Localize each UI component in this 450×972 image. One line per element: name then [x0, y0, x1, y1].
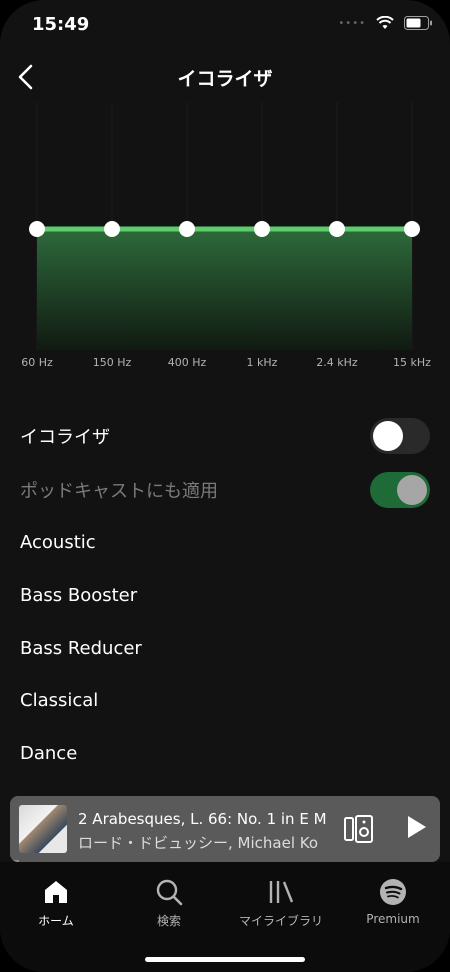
page-title: イコライザ [177, 68, 273, 90]
battery-icon [404, 16, 432, 30]
tab-search-label: 検索 [156, 914, 181, 928]
tab-library[interactable]: マイライブラリ [226, 878, 336, 929]
frequency-label: 150 Hz [92, 356, 132, 369]
status-icons: •••• [338, 16, 432, 30]
search-icon [156, 879, 183, 906]
preset-acoustic[interactable]: Acoustic [20, 532, 96, 553]
frequency-label: 400 Hz [167, 356, 207, 369]
track-title: 2 Arabesques, L. 66: No. 1 in E M [78, 810, 327, 828]
tab-premium-label: Premium [366, 912, 420, 926]
eq-band-handle-1[interactable] [104, 221, 120, 237]
frequency-label: 15 kHz [393, 356, 431, 369]
spotify-icon [380, 879, 406, 905]
equalizer-toggle-label: イコライザ [20, 427, 110, 448]
home-icon [45, 881, 67, 903]
play-icon[interactable] [406, 814, 428, 840]
frequency-label: 2.4 kHz [316, 356, 358, 369]
speaker-device-icon[interactable] [344, 815, 374, 843]
preset-bass-booster[interactable]: Bass Booster [20, 585, 137, 606]
preset-dance[interactable]: Dance [20, 743, 77, 764]
frequency-labels: 60 Hz 150 Hz 400 Hz 1 kHz 2.4 kHz 15 kHz [0, 356, 450, 372]
tab-home[interactable]: ホーム [1, 878, 111, 929]
toggle-knob [397, 475, 427, 505]
podcast-toggle-row: ポッドキャストにも適用 [20, 472, 430, 508]
equalizer-graph[interactable] [0, 102, 450, 382]
preset-classical[interactable]: Classical [20, 690, 98, 711]
frequency-label: 60 Hz [21, 356, 53, 369]
wifi-icon [376, 16, 394, 29]
eq-band-handle-4[interactable] [329, 221, 345, 237]
equalizer-area [37, 229, 412, 350]
frequency-label: 1 kHz [246, 356, 278, 369]
eq-band-handle-2[interactable] [179, 221, 195, 237]
tab-home-label: ホーム [38, 914, 74, 928]
tab-library-label: マイライブラリ [238, 914, 323, 928]
preset-bass-reducer[interactable]: Bass Reducer [20, 638, 142, 659]
home-indicator [145, 957, 305, 962]
status-time: 15:49 [32, 14, 90, 35]
signal-icon: •••• [338, 17, 366, 29]
album-cover [19, 805, 67, 853]
eq-band-handle-3[interactable] [254, 221, 270, 237]
track-artist: ロード・ドビュッシー, Michael Ko [78, 834, 319, 852]
toggle-knob [373, 421, 403, 451]
equalizer-toggle-row: イコライザ [20, 418, 430, 454]
eq-band-handle-5[interactable] [404, 221, 420, 237]
mini-player[interactable]: 2 Arabesques, L. 66: No. 1 in E M ロード・ドビ… [10, 796, 440, 862]
tab-search[interactable]: 検索 [114, 878, 224, 929]
eq-band-handle-0[interactable] [29, 221, 45, 237]
tab-premium[interactable]: Premium [338, 878, 448, 926]
podcast-toggle[interactable] [370, 472, 430, 508]
podcast-toggle-label: ポッドキャストにも適用 [20, 481, 218, 502]
equalizer-toggle[interactable] [370, 418, 430, 454]
screen: 15:49 •••• イコライザ 60 Hz150 Hz400 Hz1 k [0, 0, 450, 972]
library-icon [269, 881, 294, 903]
tab-bar: ホーム 検索 マイライブラリ Premium [0, 862, 450, 972]
